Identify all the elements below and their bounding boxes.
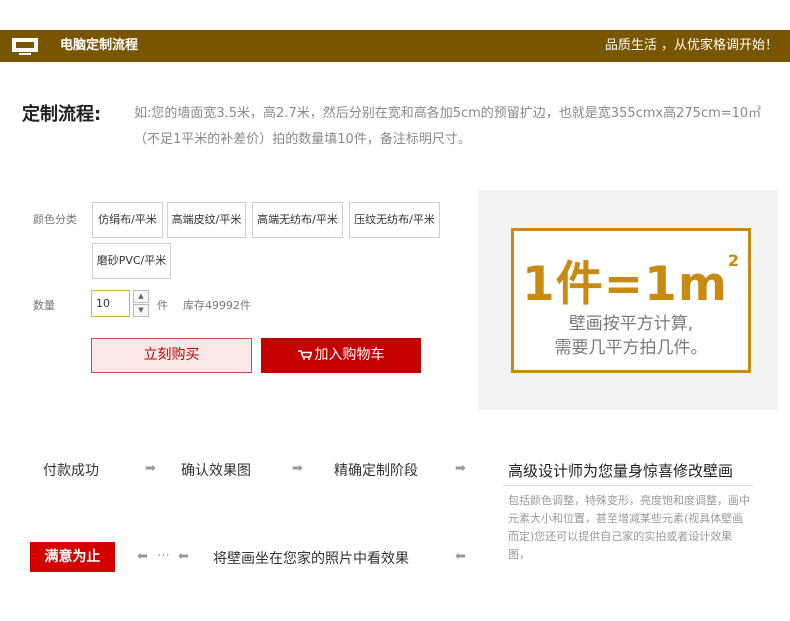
- header-bar: 电脑定制流程 品质生活 ，从优家格调开始！: [0, 30, 790, 62]
- arrow-right-icon: ➡: [292, 461, 303, 476]
- arrow-left-icon: ⬅: [178, 549, 189, 564]
- promo-formula: 1件=1m2: [514, 245, 748, 314]
- satisfaction-badge: 满意为止: [30, 542, 115, 572]
- quantity-unit: 件: [157, 299, 168, 312]
- add-to-cart-button[interactable]: 加入购物车: [261, 338, 421, 373]
- arrow-right-icon: ➡: [145, 461, 156, 476]
- option-embossed-nonwoven[interactable]: 压纹无纺布/平米: [349, 202, 440, 238]
- process-description: 如:您的墙面宽3.5米，高2.7米，然后分别在宽和高各加5cm的预留扩边，也就是…: [134, 106, 762, 147]
- option-leather-texture[interactable]: 高端皮纹/平米: [167, 202, 246, 238]
- option-silk-cloth[interactable]: 仿绢布/平米: [92, 202, 163, 238]
- cart-icon: [297, 350, 312, 360]
- header-slogan: 品质生活 ，从优家格调开始！: [604, 38, 778, 53]
- buy-now-button[interactable]: 立刻购买: [91, 338, 252, 373]
- quantity-input[interactable]: 10: [91, 290, 130, 317]
- promo-superscript: 2: [727, 251, 740, 270]
- stock-count: 库存49992件: [183, 299, 251, 312]
- step-designer-revision: 高级设计师为您量身惊喜修改壁画: [508, 462, 734, 480]
- ellipsis-icon: ⋯: [157, 548, 170, 563]
- promo-line-1: 壁画按平方计算,: [568, 314, 694, 334]
- quantity-increase-button[interactable]: ▲: [133, 290, 149, 303]
- header-title: 电脑定制流程: [60, 38, 139, 53]
- arrow-right-icon: ➡: [455, 461, 466, 476]
- divider: [503, 485, 753, 486]
- step-revision-note: 包括颜色调整，特殊变形，亮度饱和度调整，画中元素大小和位置，甚至增减某些元素(视…: [508, 494, 750, 561]
- option-frosted-pvc[interactable]: 磨砂PVC/平米: [92, 243, 171, 279]
- promo-panel: 1件=1m2 壁画按平方计算, 需要几平方拍几件。: [478, 190, 778, 410]
- quantity-decrease-button[interactable]: ▼: [133, 304, 149, 317]
- promo-line-2: 需要几平方拍几件。: [554, 338, 708, 358]
- step-payment-success: 付款成功: [43, 463, 99, 479]
- option-nonwoven[interactable]: 高端无纺布/平米: [252, 202, 343, 238]
- promo-box: 1件=1m2 壁画按平方计算, 需要几平方拍几件。: [511, 228, 751, 373]
- arrow-left-icon: ⬅: [137, 549, 148, 564]
- process-label: 定制流程:: [22, 104, 102, 125]
- step-confirm-design: 确认效果图: [181, 463, 251, 479]
- quantity-label: 数量: [33, 299, 55, 312]
- step-preview-in-photo: 将壁画坐在您家的照片中看效果: [213, 551, 409, 567]
- add-to-cart-label: 加入购物车: [314, 347, 385, 363]
- step-precise-customization: 精确定制阶段: [334, 463, 418, 479]
- promo-formula-text: 1件=1m: [522, 257, 728, 312]
- monitor-icon: [12, 38, 38, 55]
- arrow-left-icon: ⬅: [455, 549, 466, 564]
- color-label: 颜色分类: [33, 213, 77, 226]
